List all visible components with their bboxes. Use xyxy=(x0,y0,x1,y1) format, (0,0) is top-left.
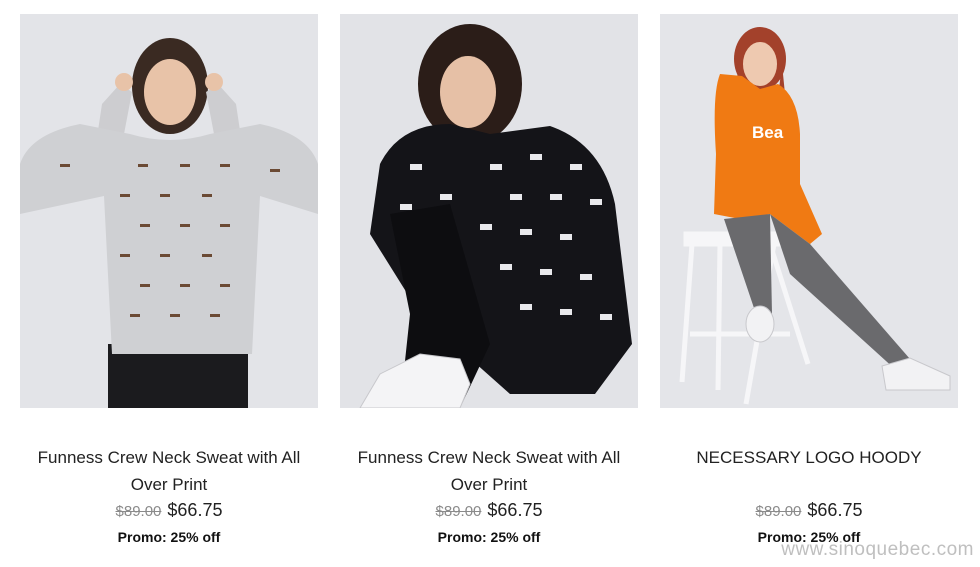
product-image[interactable]: Bea xyxy=(660,14,958,408)
product-photo-orange-hoody: Bea xyxy=(660,14,958,408)
sale-price: $66.75 xyxy=(487,500,543,520)
sale-price: $66.75 xyxy=(167,500,223,520)
product-card[interactable]: Bea NECESSARY LOGO HOODY $89.00 $66.75 P… xyxy=(660,14,958,545)
product-card[interactable]: Funness Crew Neck Sweat with All Over Pr… xyxy=(20,14,318,545)
product-image[interactable] xyxy=(340,14,638,408)
watermark: www.sinoquebec.com xyxy=(781,539,974,560)
product-grid: Funness Crew Neck Sweat with All Over Pr… xyxy=(20,14,958,545)
hoody-print-text: Bea xyxy=(752,123,784,142)
original-price: $89.00 xyxy=(435,503,482,520)
product-title[interactable]: Funness Crew Neck Sweat with All Over Pr… xyxy=(24,444,314,498)
sale-price: $66.75 xyxy=(807,500,863,520)
promo-label: Promo: 25% off xyxy=(437,529,541,545)
product-photo-black-sweat xyxy=(340,14,638,408)
product-title[interactable]: Funness Crew Neck Sweat with All Over Pr… xyxy=(344,444,634,498)
product-card[interactable]: Funness Crew Neck Sweat with All Over Pr… xyxy=(340,14,638,545)
price-row: $89.00 $66.75 xyxy=(436,500,543,521)
price-row: $89.00 $66.75 xyxy=(756,500,863,521)
product-title[interactable]: NECESSARY LOGO HOODY xyxy=(664,444,954,498)
product-photo-grey-sweat xyxy=(20,14,318,408)
price-row: $89.00 $66.75 xyxy=(116,500,223,521)
original-price: $89.00 xyxy=(115,503,162,520)
original-price: $89.00 xyxy=(755,503,802,520)
product-image[interactable] xyxy=(20,14,318,408)
promo-label: Promo: 25% off xyxy=(117,529,221,545)
